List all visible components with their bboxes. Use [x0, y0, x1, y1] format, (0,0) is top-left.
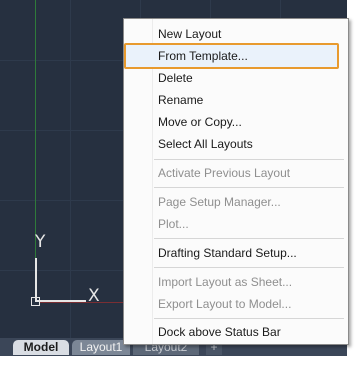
- menu-separator: [154, 159, 344, 160]
- menu-separator: [154, 267, 344, 268]
- ucs-x-arm: [36, 300, 86, 302]
- menu-item-export-layout-to-model[interactable]: Export Layout to Model...: [158, 297, 291, 311]
- tab-layout1[interactable]: Layout1: [72, 340, 130, 355]
- menu-item-import-layout-as-sheet[interactable]: Import Layout as Sheet...: [158, 275, 292, 289]
- ucs-y-arm: [35, 258, 37, 302]
- ucs-x-label: X: [88, 286, 100, 306]
- menu-item-select-all-layouts[interactable]: Select All Layouts: [158, 137, 253, 151]
- menu-item-rename[interactable]: Rename: [158, 93, 203, 107]
- menu-item-plot[interactable]: Plot...: [158, 217, 189, 231]
- menu-separator: [154, 318, 344, 319]
- menu-item-activate-previous-layout[interactable]: Activate Previous Layout: [158, 166, 290, 180]
- menu-item-drafting-standard-setup[interactable]: Drafting Standard Setup...: [158, 246, 297, 260]
- menu-item-dock-above-status-bar[interactable]: Dock above Status Bar: [158, 325, 281, 339]
- tab-model[interactable]: Model: [13, 340, 69, 355]
- menu-separator: [154, 238, 344, 239]
- menu-item-from-template[interactable]: From Template...: [158, 49, 248, 63]
- menu-item-delete[interactable]: Delete: [158, 71, 193, 85]
- menu-separator: [154, 187, 344, 188]
- layout-context-menu: New Layout From Template... Delete Renam…: [123, 18, 349, 345]
- ucs-y-label: Y: [35, 232, 46, 252]
- menu-item-move-or-copy[interactable]: Move or Copy...: [158, 115, 242, 129]
- y-axis-line: [35, 0, 36, 300]
- ucs-origin-box: [31, 297, 40, 306]
- menu-item-new-layout[interactable]: New Layout: [158, 27, 221, 41]
- menu-item-page-setup-manager[interactable]: Page Setup Manager...: [158, 195, 281, 209]
